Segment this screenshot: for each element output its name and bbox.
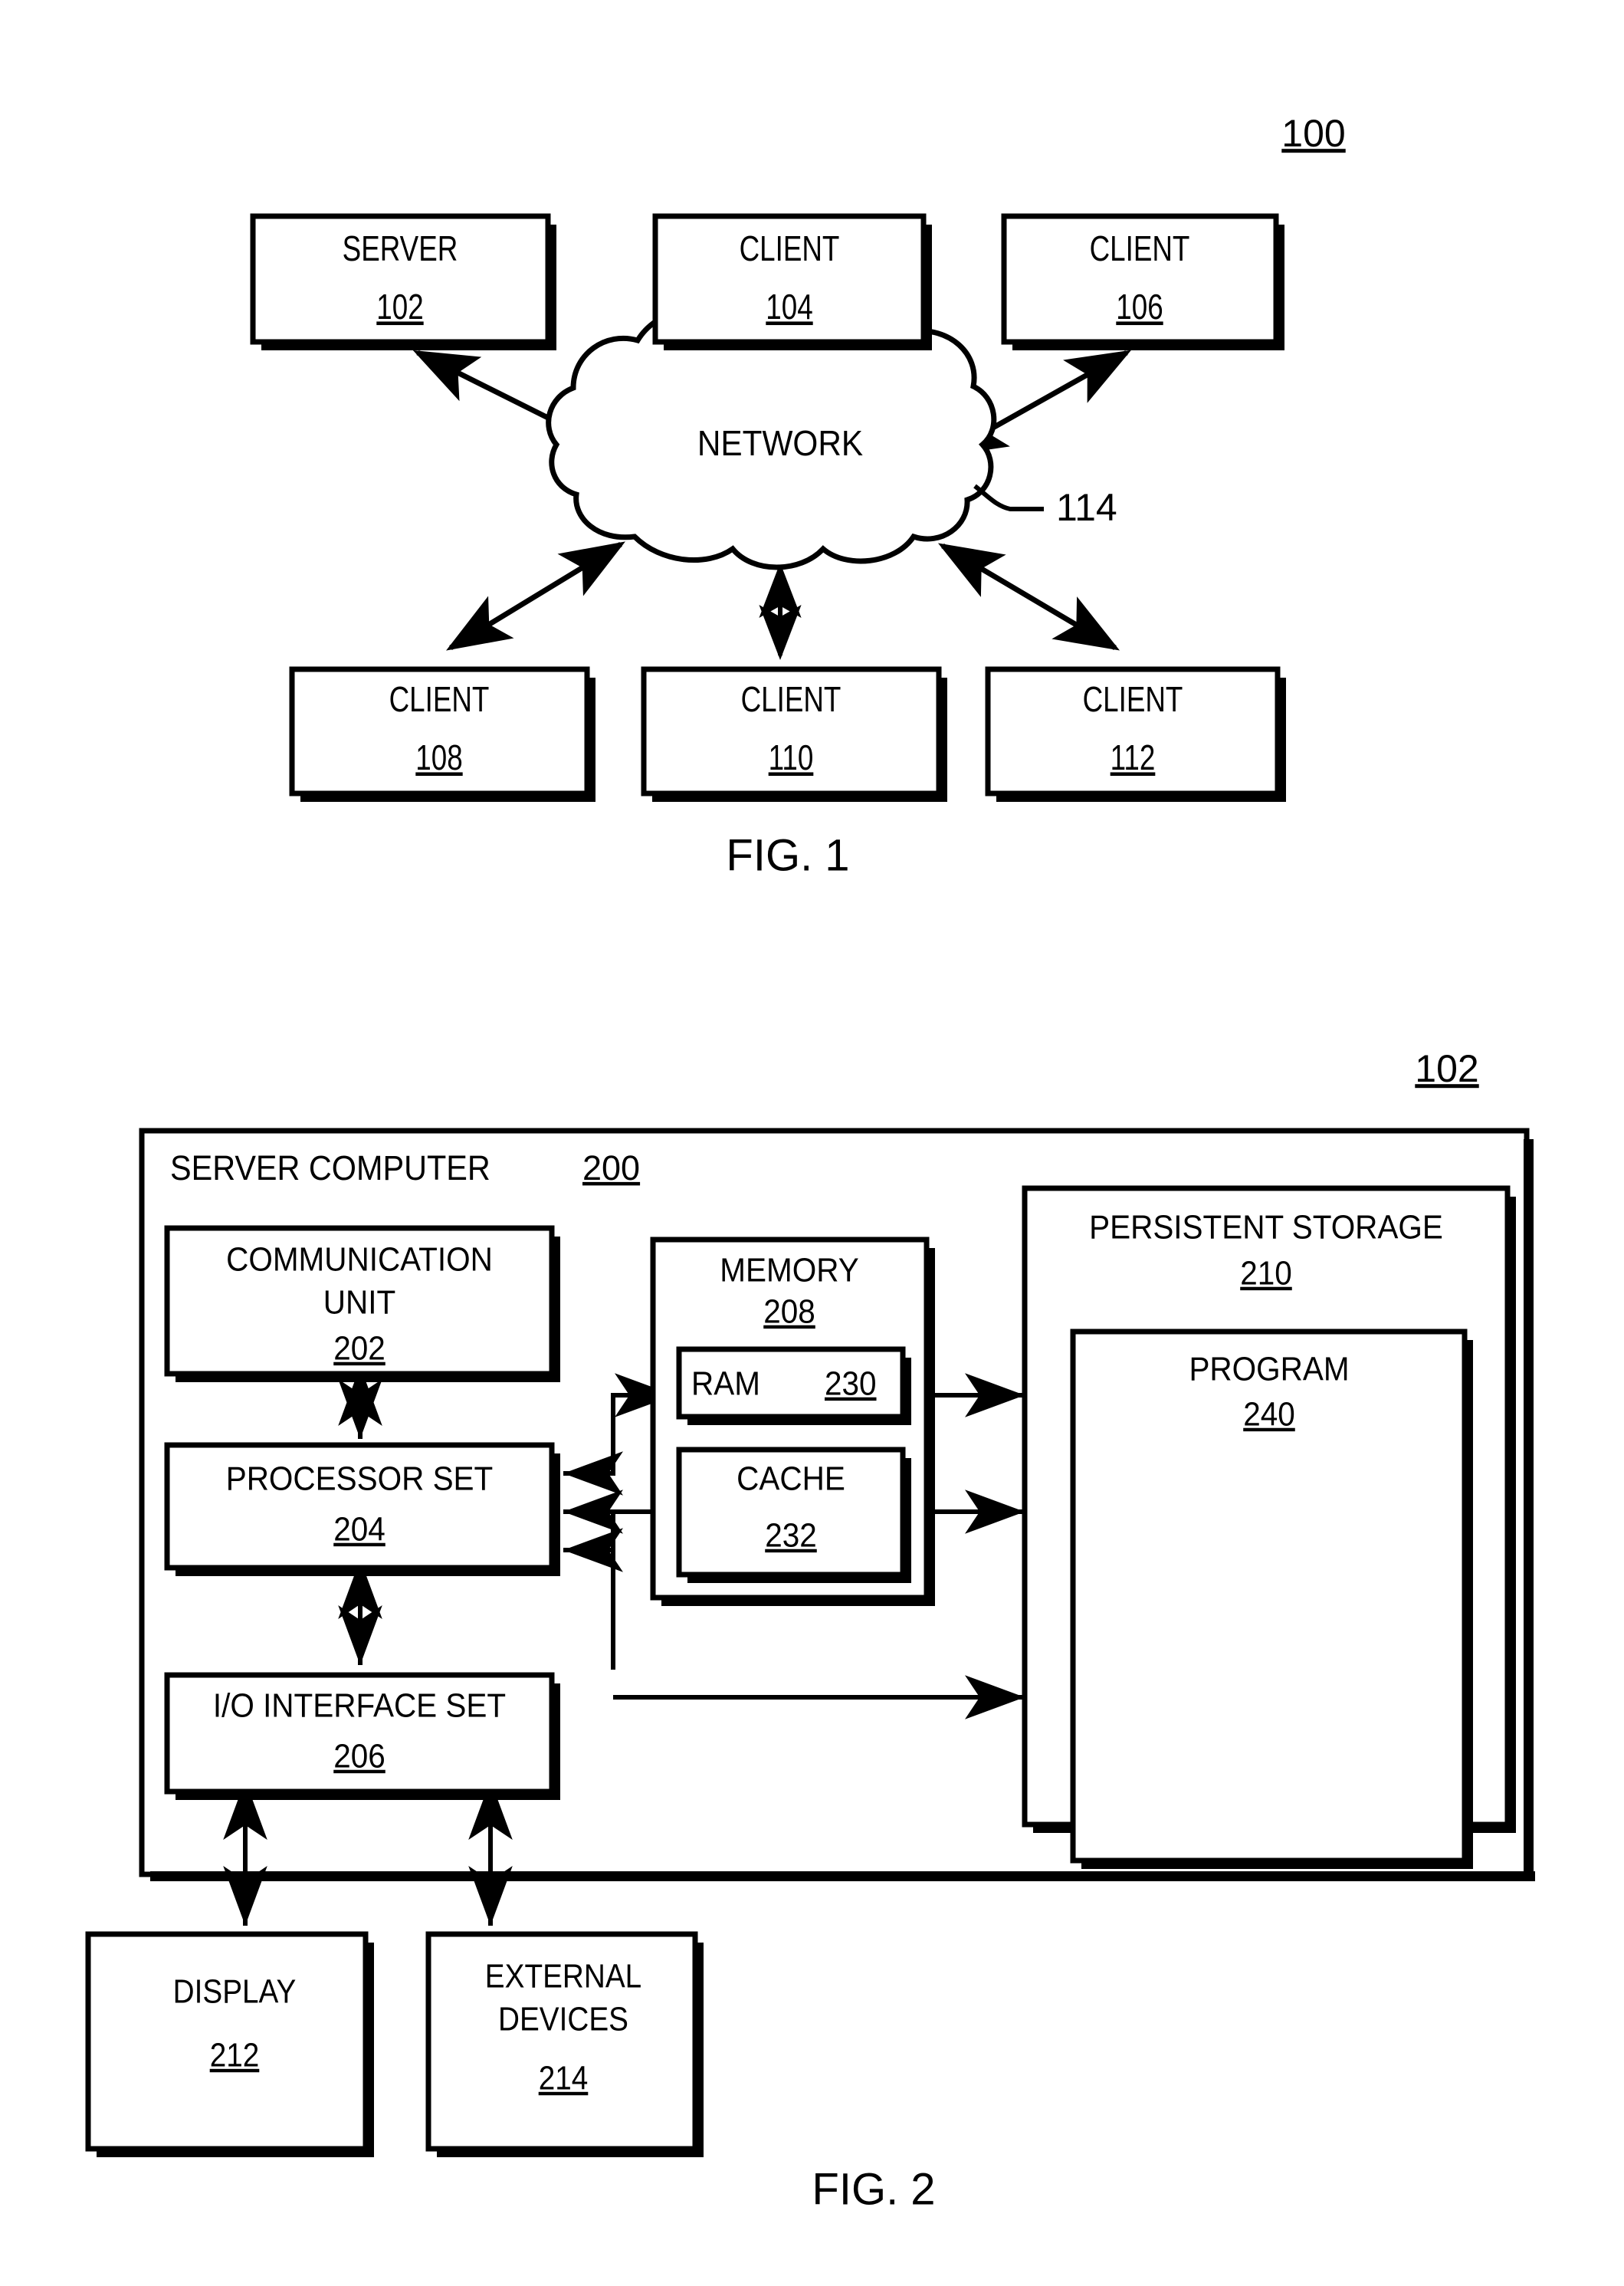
node-ref-number: 108 <box>415 737 462 777</box>
node-ref-number: 112 <box>1111 737 1156 777</box>
block-label-line1: PERSISTENT STORAGE <box>1089 1208 1443 1246</box>
block-cache[interactable]: CACHE 232 <box>676 1447 911 1583</box>
figure-1-caption: FIG. 1 <box>726 830 849 880</box>
block-label-line2: UNIT <box>323 1283 395 1321</box>
network-label: NETWORK <box>697 425 863 464</box>
block-ref-number: 202 <box>333 1329 385 1367</box>
block-display[interactable]: DISPLAY 212 <box>85 1931 374 2157</box>
block-label-line1: COMMUNICATION <box>226 1240 493 1278</box>
block-ref-number: 212 <box>210 2035 260 2074</box>
container-shadow-right <box>1524 1139 1534 1881</box>
block-label-line2: DEVICES <box>498 1999 628 2038</box>
network-ref-number: 114 <box>1056 486 1117 529</box>
block-io-interface-set[interactable]: I/O INTERFACE SET 206 <box>164 1672 560 1800</box>
node-server-102[interactable]: SERVER 102 <box>250 213 556 350</box>
node-label: SERVER <box>343 228 458 268</box>
node-client-104[interactable]: CLIENT 104 <box>652 213 932 350</box>
node-ref-number: 104 <box>766 287 812 327</box>
patent-figure-sheet: 100 NETWORK 114 SERVER 102 CLIENT 104 CL… <box>0 0 1624 2286</box>
block-ram[interactable]: RAM 230 <box>676 1346 911 1425</box>
block-label-line1: MEMORY <box>720 1251 858 1289</box>
block-label-line1: RAM <box>691 1365 760 1402</box>
block-processor-set[interactable]: PROCESSOR SET 204 <box>164 1442 560 1576</box>
block-external-devices[interactable]: EXTERNAL DEVICES 214 <box>425 1931 704 2157</box>
node-client-110[interactable]: CLIENT 110 <box>641 666 947 802</box>
node-client-108[interactable]: CLIENT 108 <box>289 666 595 802</box>
block-ref-number: 204 <box>333 1510 385 1548</box>
figure-2-ref-number: 102 <box>1415 1047 1478 1090</box>
node-label: CLIENT <box>740 228 840 268</box>
block-ref-number: 208 <box>763 1292 815 1330</box>
block-label-line1: PROGRAM <box>1189 1350 1349 1388</box>
block-ref-number: 232 <box>765 1516 817 1554</box>
block-ref-number: 210 <box>1240 1254 1292 1292</box>
node-label: CLIENT <box>1083 679 1183 719</box>
figure-canvas: 100 NETWORK 114 SERVER 102 CLIENT 104 CL… <box>0 0 1624 2286</box>
node-label: CLIENT <box>389 679 490 719</box>
block-ref-number: 214 <box>539 2058 589 2097</box>
figure-2-caption: FIG. 2 <box>812 2164 935 2214</box>
node-ref-number: 110 <box>769 737 814 777</box>
block-ref-number: 206 <box>333 1737 385 1775</box>
node-client-106[interactable]: CLIENT 106 <box>1001 213 1284 350</box>
node-client-112[interactable]: CLIENT 112 <box>985 666 1286 802</box>
node-ref-number: 106 <box>1116 287 1163 327</box>
block-label-line1: DISPLAY <box>173 1972 297 2010</box>
node-label: CLIENT <box>1090 228 1190 268</box>
block-label-line1: PROCESSOR SET <box>226 1460 494 1497</box>
block-label-line1: I/O INTERFACE SET <box>213 1687 506 1724</box>
block-ref-number: 240 <box>1243 1395 1295 1433</box>
node-label: CLIENT <box>741 679 842 719</box>
block-communication-unit[interactable]: COMMUNICATION UNIT 202 <box>164 1225 560 1382</box>
container-shadow-bottom <box>150 1871 1535 1881</box>
block-ref-number: 230 <box>825 1365 877 1402</box>
block-label-line1: EXTERNAL <box>485 1956 641 1995</box>
block-label-line1: CACHE <box>737 1460 845 1497</box>
figure-1-ref-number: 100 <box>1281 112 1345 155</box>
node-ref-number: 102 <box>376 287 423 327</box>
container-label: SERVER COMPUTER <box>170 1149 490 1187</box>
container-ref-number: 200 <box>582 1148 640 1187</box>
block-program[interactable]: PROGRAM 240 <box>1070 1329 1473 1869</box>
